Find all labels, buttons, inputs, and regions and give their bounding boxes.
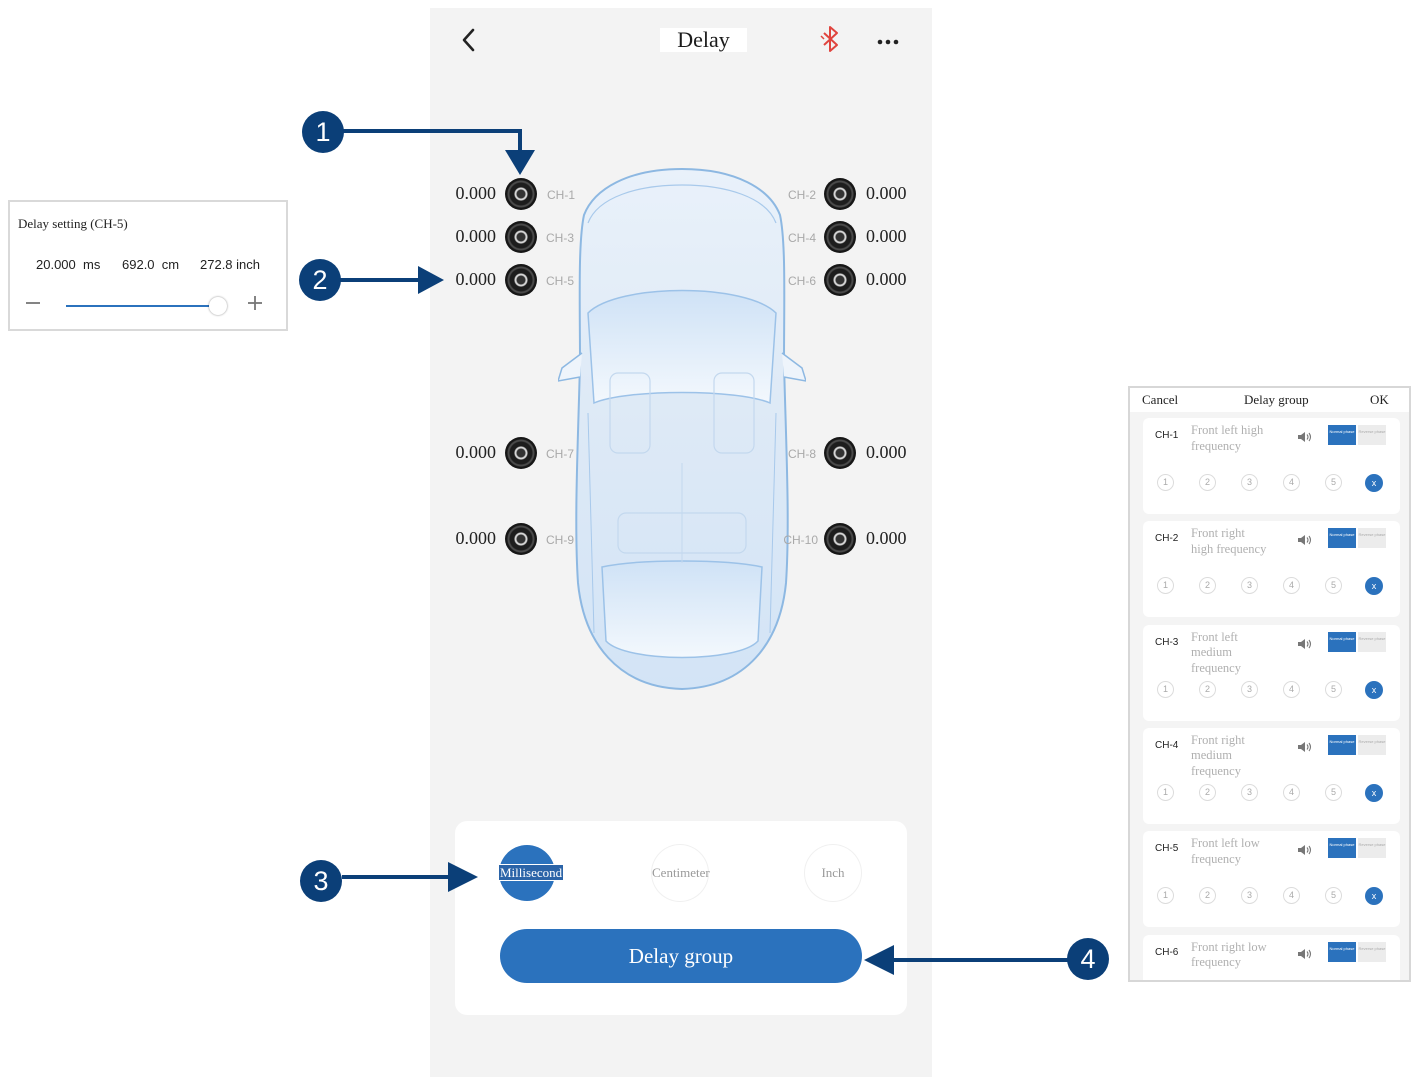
callout-marker-4: 4 <box>1067 938 1109 980</box>
callout-marker-1: 1 <box>302 111 344 153</box>
callout-arrows <box>340 129 1068 975</box>
callout-marker-2: 2 <box>299 259 341 301</box>
callout-marker-3: 3 <box>300 860 342 902</box>
